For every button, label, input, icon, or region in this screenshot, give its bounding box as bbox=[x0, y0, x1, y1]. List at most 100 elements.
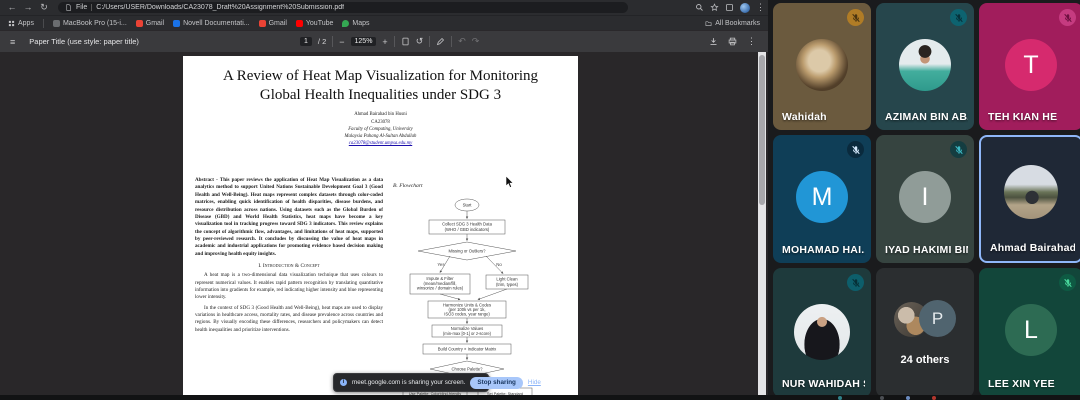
flowchart-figure: Start Collect SDG 3 Health Data (WHO / G… bbox=[402, 197, 534, 395]
participant-tile[interactable]: NUR WAHIDAH S... bbox=[773, 268, 871, 397]
pdf-menu-icon[interactable]: ≡ bbox=[10, 37, 15, 47]
control-dot bbox=[838, 396, 842, 400]
participant-tile[interactable]: AZIMAN BIN AB... bbox=[876, 3, 974, 130]
reload-icon[interactable]: ↻ bbox=[38, 0, 50, 15]
shared-screen-browser: ← → ↻ File C:/Users/USER/Downloads/CA230… bbox=[0, 0, 768, 395]
bookmark-label: YouTube bbox=[306, 20, 334, 27]
others-count-label: 24 others bbox=[876, 354, 974, 366]
participant-tile[interactable]: M MOHAMAD HAI... bbox=[773, 135, 871, 263]
search-icon[interactable] bbox=[695, 3, 704, 12]
bookmarks-divider bbox=[43, 19, 44, 28]
hide-toast-link[interactable]: Hide bbox=[528, 379, 541, 386]
svg-text:Choose Palette?: Choose Palette? bbox=[452, 367, 484, 372]
zoom-in-button[interactable]: + bbox=[382, 37, 387, 47]
mic-muted-icon bbox=[847, 274, 864, 291]
info-icon: i bbox=[340, 379, 347, 386]
svg-text:Start: Start bbox=[463, 203, 473, 208]
author-affiliation: Malaysia Pahang Al-Sultan Abdullah bbox=[183, 133, 578, 140]
participant-tile[interactable]: I IYAD HAKIMI BIN... bbox=[876, 135, 974, 263]
bookmark-label: MacBook Pro (15-i... bbox=[63, 20, 127, 27]
svg-text:Yes: Yes bbox=[437, 262, 445, 267]
svg-text:(trim, types): (trim, types) bbox=[496, 282, 519, 287]
forward-icon[interactable]: → bbox=[22, 0, 34, 15]
avatar-initial: T bbox=[1005, 39, 1057, 91]
mic-muted-icon bbox=[847, 9, 864, 26]
browser-toolbar: ← → ↻ File C:/Users/USER/Downloads/CA230… bbox=[0, 0, 768, 15]
participant-tile[interactable]: L LEE XIN YEE bbox=[979, 268, 1080, 397]
pdf-viewer-area: A Review of Heat Map Visualization for M… bbox=[0, 52, 768, 395]
url-separator bbox=[91, 4, 92, 11]
meet-controls-sliver bbox=[0, 395, 1080, 400]
zoom-out-button[interactable]: − bbox=[339, 37, 344, 47]
maps-favicon bbox=[342, 20, 349, 27]
participant-name: IYAD HAKIMI BIN... bbox=[885, 244, 968, 256]
svg-text:ISO3 codes, year range): ISO3 codes, year range) bbox=[444, 312, 490, 317]
participant-name: NUR WAHIDAH S... bbox=[782, 378, 865, 390]
zoom-level[interactable]: 125% bbox=[351, 37, 377, 46]
rotate-icon[interactable]: ↺ bbox=[416, 36, 424, 47]
avatar-initial: I bbox=[899, 171, 951, 223]
bookmark-apps-label: Apps bbox=[18, 20, 34, 27]
author-email-link[interactable]: ca23078@student.umpsa.edu.my bbox=[183, 140, 578, 147]
gmail-favicon bbox=[136, 20, 143, 27]
bookmark-item[interactable]: Gmail bbox=[136, 20, 164, 27]
bookmark-item[interactable]: Maps bbox=[342, 20, 369, 27]
control-dot bbox=[932, 396, 936, 400]
paper-left-column: Abstract - This paper reviews the applic… bbox=[195, 177, 383, 334]
svg-text:(min-max [0-1] or z-score): (min-max [0-1] or z-score) bbox=[443, 331, 492, 336]
bookmark-star-icon[interactable] bbox=[710, 3, 719, 12]
participant-tile[interactable]: T TEH KIAN HE bbox=[979, 3, 1080, 130]
apps-grid-icon bbox=[8, 20, 15, 27]
bookmark-item[interactable]: Novell Documentati... bbox=[173, 20, 250, 27]
annotate-pen-icon[interactable] bbox=[436, 37, 445, 46]
author-affiliation: Faculty of Computing, University bbox=[183, 126, 578, 133]
participant-tile[interactable]: Wahidah bbox=[773, 3, 871, 130]
avatar-initial: L bbox=[1005, 304, 1057, 356]
participant-name: TEH KIAN HE bbox=[988, 111, 1057, 123]
browser-menu-icon[interactable]: ⋮ bbox=[756, 0, 762, 15]
back-icon[interactable]: ← bbox=[6, 0, 18, 15]
pdf-scrollbar-thumb[interactable] bbox=[759, 55, 765, 205]
mic-muted-icon bbox=[847, 141, 864, 158]
toolbar-divider bbox=[429, 36, 430, 47]
control-dot bbox=[880, 396, 884, 400]
file-icon bbox=[65, 4, 72, 11]
bookmark-item[interactable]: Gmail bbox=[259, 20, 287, 27]
pdf-more-icon[interactable]: ⋮ bbox=[747, 36, 756, 47]
bookmark-favicon bbox=[53, 20, 60, 27]
pdf-page: A Review of Heat Map Visualization for M… bbox=[183, 56, 578, 395]
avatar bbox=[899, 39, 951, 91]
redo-icon[interactable]: ↷ bbox=[472, 36, 480, 47]
pdf-toolbar: ≡ Paper Title (use style: paper title) 1… bbox=[0, 31, 768, 52]
mic-muted-icon bbox=[1059, 9, 1076, 26]
all-bookmarks-label: All Bookmarks bbox=[715, 20, 760, 27]
download-icon[interactable] bbox=[709, 37, 718, 46]
svg-text:Missing or Outliers?: Missing or Outliers? bbox=[448, 249, 486, 254]
profile-avatar[interactable] bbox=[740, 3, 750, 13]
bookmark-apps[interactable]: Apps bbox=[8, 20, 34, 27]
avatar-initial: P bbox=[919, 300, 956, 337]
undo-icon[interactable]: ↶ bbox=[458, 36, 466, 47]
bookmark-item[interactable]: MacBook Pro (15-i... bbox=[53, 20, 127, 27]
bookmark-item[interactable]: YouTube bbox=[296, 20, 334, 27]
pdf-doc-title: Paper Title (use style: paper title) bbox=[29, 37, 139, 46]
meet-window: ← → ↻ File C:/Users/USER/Downloads/CA230… bbox=[0, 0, 1080, 400]
print-icon[interactable] bbox=[728, 37, 737, 46]
avatar-initial: M bbox=[796, 171, 848, 223]
mic-muted-icon bbox=[950, 9, 967, 26]
mouse-cursor bbox=[505, 176, 514, 188]
participant-name: LEE XIN YEE bbox=[988, 378, 1055, 390]
stop-sharing-button[interactable]: Stop sharing bbox=[470, 377, 522, 389]
pdf-scrollbar[interactable] bbox=[758, 52, 766, 395]
all-bookmarks-button[interactable]: All Bookmarks bbox=[705, 20, 760, 27]
svg-text:No: No bbox=[496, 262, 502, 267]
address-bar[interactable]: File C:/Users/USER/Downloads/CA23078_Dra… bbox=[58, 2, 628, 13]
overflow-participants-tile[interactable]: P 24 others bbox=[876, 268, 974, 397]
author-id: CA23078 bbox=[183, 119, 578, 126]
tab-switcher-icon[interactable] bbox=[725, 3, 734, 12]
participant-tile-active[interactable]: Ahmad Bairahad bbox=[979, 135, 1080, 263]
page-number-input[interactable]: 1 bbox=[300, 37, 312, 46]
fit-page-icon[interactable] bbox=[401, 37, 410, 46]
bookmark-label: Maps bbox=[352, 20, 369, 27]
avatar bbox=[794, 304, 850, 360]
